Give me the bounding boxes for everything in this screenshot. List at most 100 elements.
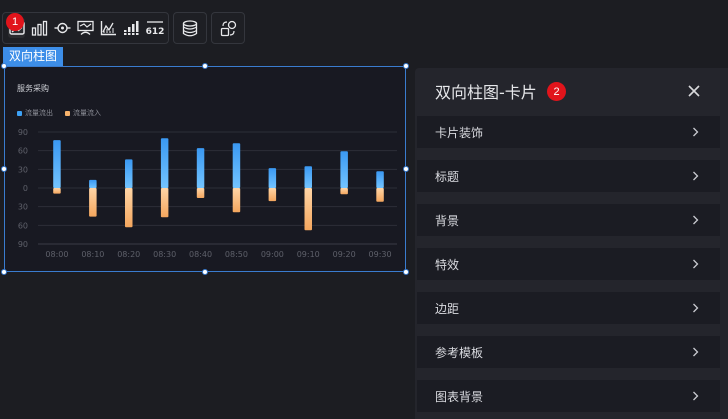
bar-outflow (125, 159, 133, 188)
panel-section[interactable]: 标题 (417, 160, 720, 192)
x-tick-label: 08:20 (117, 250, 140, 259)
step-badge-1: 1 (6, 13, 24, 31)
component-tag[interactable]: 双向柱图 (3, 47, 64, 66)
step-bars-button[interactable] (120, 14, 143, 42)
bar-inflow (304, 188, 312, 231)
chevron-right-icon (692, 215, 702, 225)
close-icon (688, 85, 700, 97)
bar-inflow (232, 188, 241, 213)
panel-section-label: 特效 (435, 257, 460, 272)
resize-handle-nw[interactable] (1, 63, 7, 69)
panel-section-label: 卡片装饰 (435, 125, 484, 140)
panel-section[interactable]: 参考模板 (417, 336, 720, 368)
x-tick-label: 08:40 (189, 250, 212, 259)
panel-section-label: 图表背景 (435, 389, 484, 404)
resize-handle-sw[interactable] (1, 269, 7, 275)
x-tick-label: 09:10 (297, 250, 320, 259)
chart-legend: 流量流出 流量流入 (17, 108, 101, 118)
x-tick-label: 09:20 (333, 250, 356, 259)
panel-section-label: 边距 (435, 301, 460, 316)
x-tick-label: 09:00 (261, 250, 284, 259)
chevron-right-icon (692, 391, 702, 401)
bar-inflow (89, 188, 97, 217)
resize-handle-e[interactable] (403, 166, 409, 172)
panel-sections: 卡片装饰标题背景特效边距参考模板图表背景 (417, 116, 720, 419)
bar-outflow (304, 166, 312, 188)
bar-inflow (196, 188, 205, 198)
chevron-right-icon (692, 259, 702, 269)
y-tick-label: 60 (18, 221, 28, 230)
map-route-button[interactable] (74, 14, 97, 42)
bar-outflow (89, 179, 97, 188)
database-button[interactable] (176, 14, 204, 42)
legend-item-inflow: 流量流入 (65, 108, 101, 118)
chevron-right-icon (692, 303, 702, 313)
legend-swatch-inflow (65, 110, 70, 116)
x-tick-label: 09:30 (369, 250, 392, 259)
panel-section-label: 背景 (435, 213, 460, 228)
chart-canvas: 90 60 30 0 30 60 90 08:00 08:10 08:20 08:30 08:40 08… (18, 128, 397, 259)
bar-outflow (376, 171, 384, 188)
resize-handle-n[interactable] (202, 63, 208, 69)
bar-chart-button[interactable] (28, 14, 51, 42)
bidirectional-bar-chart-card[interactable]: 90 60 30 0 30 60 90 08:00 08:10 08:20 08:30 08:40 08… (4, 66, 406, 272)
panel-title: 双向柱图-卡片 (435, 83, 537, 102)
radar-target-icon (54, 22, 71, 34)
step-badge-2: 2 (547, 82, 566, 101)
x-tick-label: 08:10 (81, 250, 104, 259)
legend-swatch-outflow (17, 110, 22, 116)
bar-outflow (268, 168, 277, 188)
map-route-icon (77, 20, 94, 35)
x-tick-label: 08:50 (225, 250, 248, 259)
resize-handle-se[interactable] (403, 269, 409, 275)
x-tick-label: 08:30 (153, 250, 176, 259)
chevron-right-icon (692, 171, 702, 181)
legend-item-outflow: 流量流出 (17, 108, 53, 118)
toolbar-chart-group: 612 (2, 12, 169, 44)
y-tick-label: 30 (18, 203, 28, 212)
number-612-icon: 612 (145, 21, 164, 36)
chart-title: 服务采购 (17, 84, 49, 93)
chevron-right-icon (692, 127, 702, 137)
panel-section[interactable]: 卡片装饰 (417, 116, 720, 148)
bar-inflow (376, 188, 384, 202)
bar-outflow (160, 138, 169, 188)
panel-section[interactable]: 背景 (417, 204, 720, 236)
panel-section[interactable]: 图表背景 (417, 380, 720, 412)
shape-swap-button[interactable] (214, 14, 242, 42)
panel-section-label: 参考模板 (435, 345, 484, 360)
step-bars-icon (123, 21, 140, 35)
toolbar-data-group (173, 12, 207, 44)
panel-section[interactable]: 边距 (417, 292, 720, 324)
y-tick-label: 60 (18, 147, 28, 156)
resize-handle-w[interactable] (1, 166, 7, 172)
y-tick-label: 90 (18, 128, 28, 137)
bar-inflow (125, 188, 133, 228)
bar-outflow (340, 151, 348, 188)
radar-target-button[interactable] (51, 14, 74, 42)
panel-section[interactable]: 特效 (417, 248, 720, 280)
bar-outflow (196, 148, 205, 188)
toolbar-shape-group (211, 12, 245, 44)
axis-line-button[interactable] (97, 14, 120, 42)
bar-outflow (53, 140, 61, 188)
toolbar: 612 1 (2, 12, 245, 44)
bar-inflow (268, 188, 277, 202)
axis-line-icon (100, 21, 116, 36)
database-icon (182, 19, 198, 36)
y-tick-label: 90 (18, 240, 28, 249)
shape-swap-icon (220, 20, 236, 36)
bar-inflow (160, 188, 169, 218)
y-tick-label: 30 (18, 165, 28, 174)
bar-outflow (232, 143, 241, 188)
legend-label-inflow: 流量流入 (73, 109, 101, 117)
panel-close-button[interactable] (685, 82, 703, 100)
resize-handle-s[interactable] (202, 269, 208, 275)
settings-panel: 双向柱图-卡片 2 卡片装饰标题背景特效边距参考模板图表背景 (415, 68, 728, 419)
number-612-button[interactable]: 612 (143, 14, 166, 42)
panel-section-label: 标题 (435, 169, 460, 184)
resize-handle-ne[interactable] (403, 63, 409, 69)
bar-inflow (340, 188, 348, 195)
legend-label-outflow: 流量流出 (25, 109, 53, 117)
x-tick-label: 08:00 (45, 250, 68, 259)
